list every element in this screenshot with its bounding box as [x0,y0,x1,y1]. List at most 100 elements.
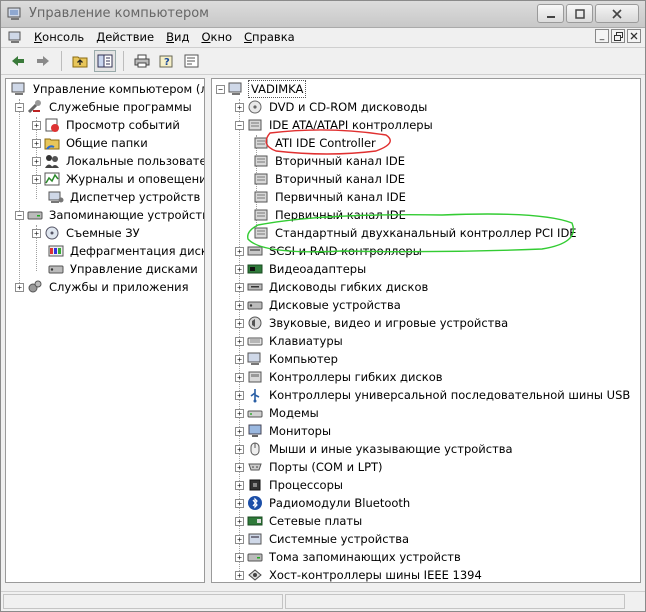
show-hide-tree-button[interactable] [94,50,116,72]
expand-toggle[interactable]: + [235,354,244,364]
tree-item-disk-drive-11[interactable]: + Дисковые устройства [235,296,403,314]
back-button[interactable] [7,50,29,72]
expand-toggle[interactable]: + [235,264,244,274]
minimize-icon [546,15,555,18]
collapse-toggle[interactable]: − [216,84,225,94]
console-tree-pane: Управление компьютером (лок − Служебные … [5,78,205,583]
mdi-minimize-button[interactable]: _ [595,29,609,43]
tree-item-logs-alerts[interactable]: + Журналы и оповещения [32,170,204,188]
tree-item-system-device-24[interactable]: + Системные устройства [235,530,411,548]
expand-toggle[interactable]: + [235,480,244,490]
tree-item-disk-management[interactable]: Управление дисками [45,260,200,278]
tree-child-ide-controller-4[interactable]: Вторичный канал IDE [250,170,407,188]
expand-toggle[interactable]: + [235,444,244,454]
expand-toggle[interactable]: + [32,138,41,148]
expand-toggle[interactable]: + [235,462,244,472]
menu-console[interactable]: Консоль [28,30,90,44]
tree-label: Мониторы [269,424,332,438]
tree-item-computer-14[interactable]: + Компьютер [235,350,340,368]
tree-label: Модемы [269,406,319,420]
expand-toggle[interactable]: + [32,120,41,130]
mdi-restore-button[interactable] [611,29,625,43]
expand-toggle[interactable]: + [235,282,244,292]
expand-toggle[interactable]: + [235,570,244,580]
tree-item-defragmenter[interactable]: Дефрагментация диска [45,242,204,260]
tree-item-sound-12[interactable]: + Звуковые, видео и игровые устройства [235,314,510,332]
console-icon[interactable] [8,31,22,44]
maximize-button[interactable] [566,4,593,23]
tree-item-floppy-controller-15[interactable]: + Контроллеры гибких дисков [235,368,445,386]
green-highlight-ellipse [247,213,574,253]
tree-item-services-apps[interactable]: + Службы и приложения [15,278,191,296]
tools-icon [27,100,41,114]
computer-management-icon [11,82,25,95]
properties-button[interactable] [181,50,203,72]
expand-toggle[interactable]: + [15,282,24,292]
tree-item-display-adapter-9[interactable]: + Видеоадаптеры [235,260,368,278]
tree-item-storage[interactable]: − Запоминающие устройства [15,206,204,224]
title-bar[interactable]: Управление компьютером [1,1,645,28]
tree-item-shared-folders[interactable]: + Общие папки [32,134,150,152]
expand-toggle[interactable]: + [235,300,244,310]
bluetooth-icon [248,496,262,510]
device-manager-icon [48,191,64,203]
tree-child-ide-controller-5[interactable]: Первичный канал IDE [250,188,408,206]
menu-action[interactable]: Действие [90,30,160,44]
expand-toggle[interactable]: + [32,228,41,238]
tree-item-device-manager[interactable]: Диспетчер устройств [45,188,202,206]
collapse-toggle[interactable]: − [235,120,244,130]
expand-toggle[interactable]: + [235,318,244,328]
print-button[interactable] [131,50,153,72]
tree-item-network-card-23[interactable]: + Сетевые платы [235,512,364,530]
expand-toggle[interactable]: + [32,156,41,166]
minimize-button[interactable] [537,4,564,23]
close-icon [612,8,622,19]
properties-icon [184,54,199,68]
computer-icon [247,352,261,365]
tree-item-monitor-18[interactable]: + Мониторы [235,422,333,440]
tree-item-storage-volume-25[interactable]: + Тома запоминающих устройств [235,548,463,566]
expand-toggle[interactable]: + [235,498,244,508]
disk-drive-icon [247,301,263,310]
tree-item-cdrom-0[interactable]: + DVD и CD-ROM дисководы [235,98,429,116]
menu-bar: Консоль Действие Вид Окно Справка _ [1,28,645,46]
up-one-level-button[interactable] [69,50,91,72]
expand-toggle[interactable]: + [235,516,244,526]
expand-toggle[interactable]: + [235,372,244,382]
menu-view[interactable]: Вид [160,30,195,44]
help-button[interactable]: ? [156,50,178,72]
tree-item-ieee1394-26[interactable]: + Хост-контроллеры шины IEEE 1394 [235,566,484,582]
tree-item-system-tools[interactable]: − Служебные программы [15,98,194,116]
expand-toggle[interactable]: + [235,552,244,562]
collapse-toggle[interactable]: − [15,102,24,112]
menu-window[interactable]: Окно [195,30,238,44]
tree-item-event-viewer[interactable]: + Просмотр событий [32,116,182,134]
users-icon [45,155,59,168]
expand-toggle[interactable]: + [235,408,244,418]
expand-toggle[interactable]: + [235,534,244,544]
menu-help[interactable]: Справка [238,30,301,44]
expand-toggle[interactable]: + [235,390,244,400]
expand-toggle[interactable]: + [32,174,41,184]
tree-item-processor-21[interactable]: + Процессоры [235,476,345,494]
forward-button[interactable] [32,50,54,72]
tree-root-computer-management[interactable]: Управление компьютером (лок [8,80,204,98]
tree-item-modem-17[interactable]: + Модемы [235,404,321,422]
tree-item-bluetooth-22[interactable]: + Радиомодули Bluetooth [235,494,412,512]
tree-item-mouse-19[interactable]: + Мыши и иные указывающие устройства [235,440,515,458]
expand-toggle[interactable]: + [235,426,244,436]
collapse-toggle[interactable]: − [15,210,24,220]
close-button[interactable] [595,4,639,23]
expand-toggle[interactable]: + [235,336,244,346]
tree-item-usb-16[interactable]: + Контроллеры универсальной последователь… [235,386,632,404]
tree-item-port-20[interactable]: + Порты (COM и LPT) [235,458,385,476]
tree-item-floppy-drive-10[interactable]: + Дисководы гибких дисков [235,278,430,296]
tree-item-keyboard-13[interactable]: + Клавиатуры [235,332,345,350]
tree-item-local-users[interactable]: + Локальные пользовате [32,152,204,170]
port-icon [248,463,262,471]
system-device-icon [248,533,262,545]
expand-toggle[interactable]: + [235,102,244,112]
tree-item-removable-storage[interactable]: + Съемные ЗУ [32,224,142,242]
mdi-close-button[interactable] [627,29,641,43]
tree-root-computer[interactable]: − VADIMKA [216,80,307,98]
